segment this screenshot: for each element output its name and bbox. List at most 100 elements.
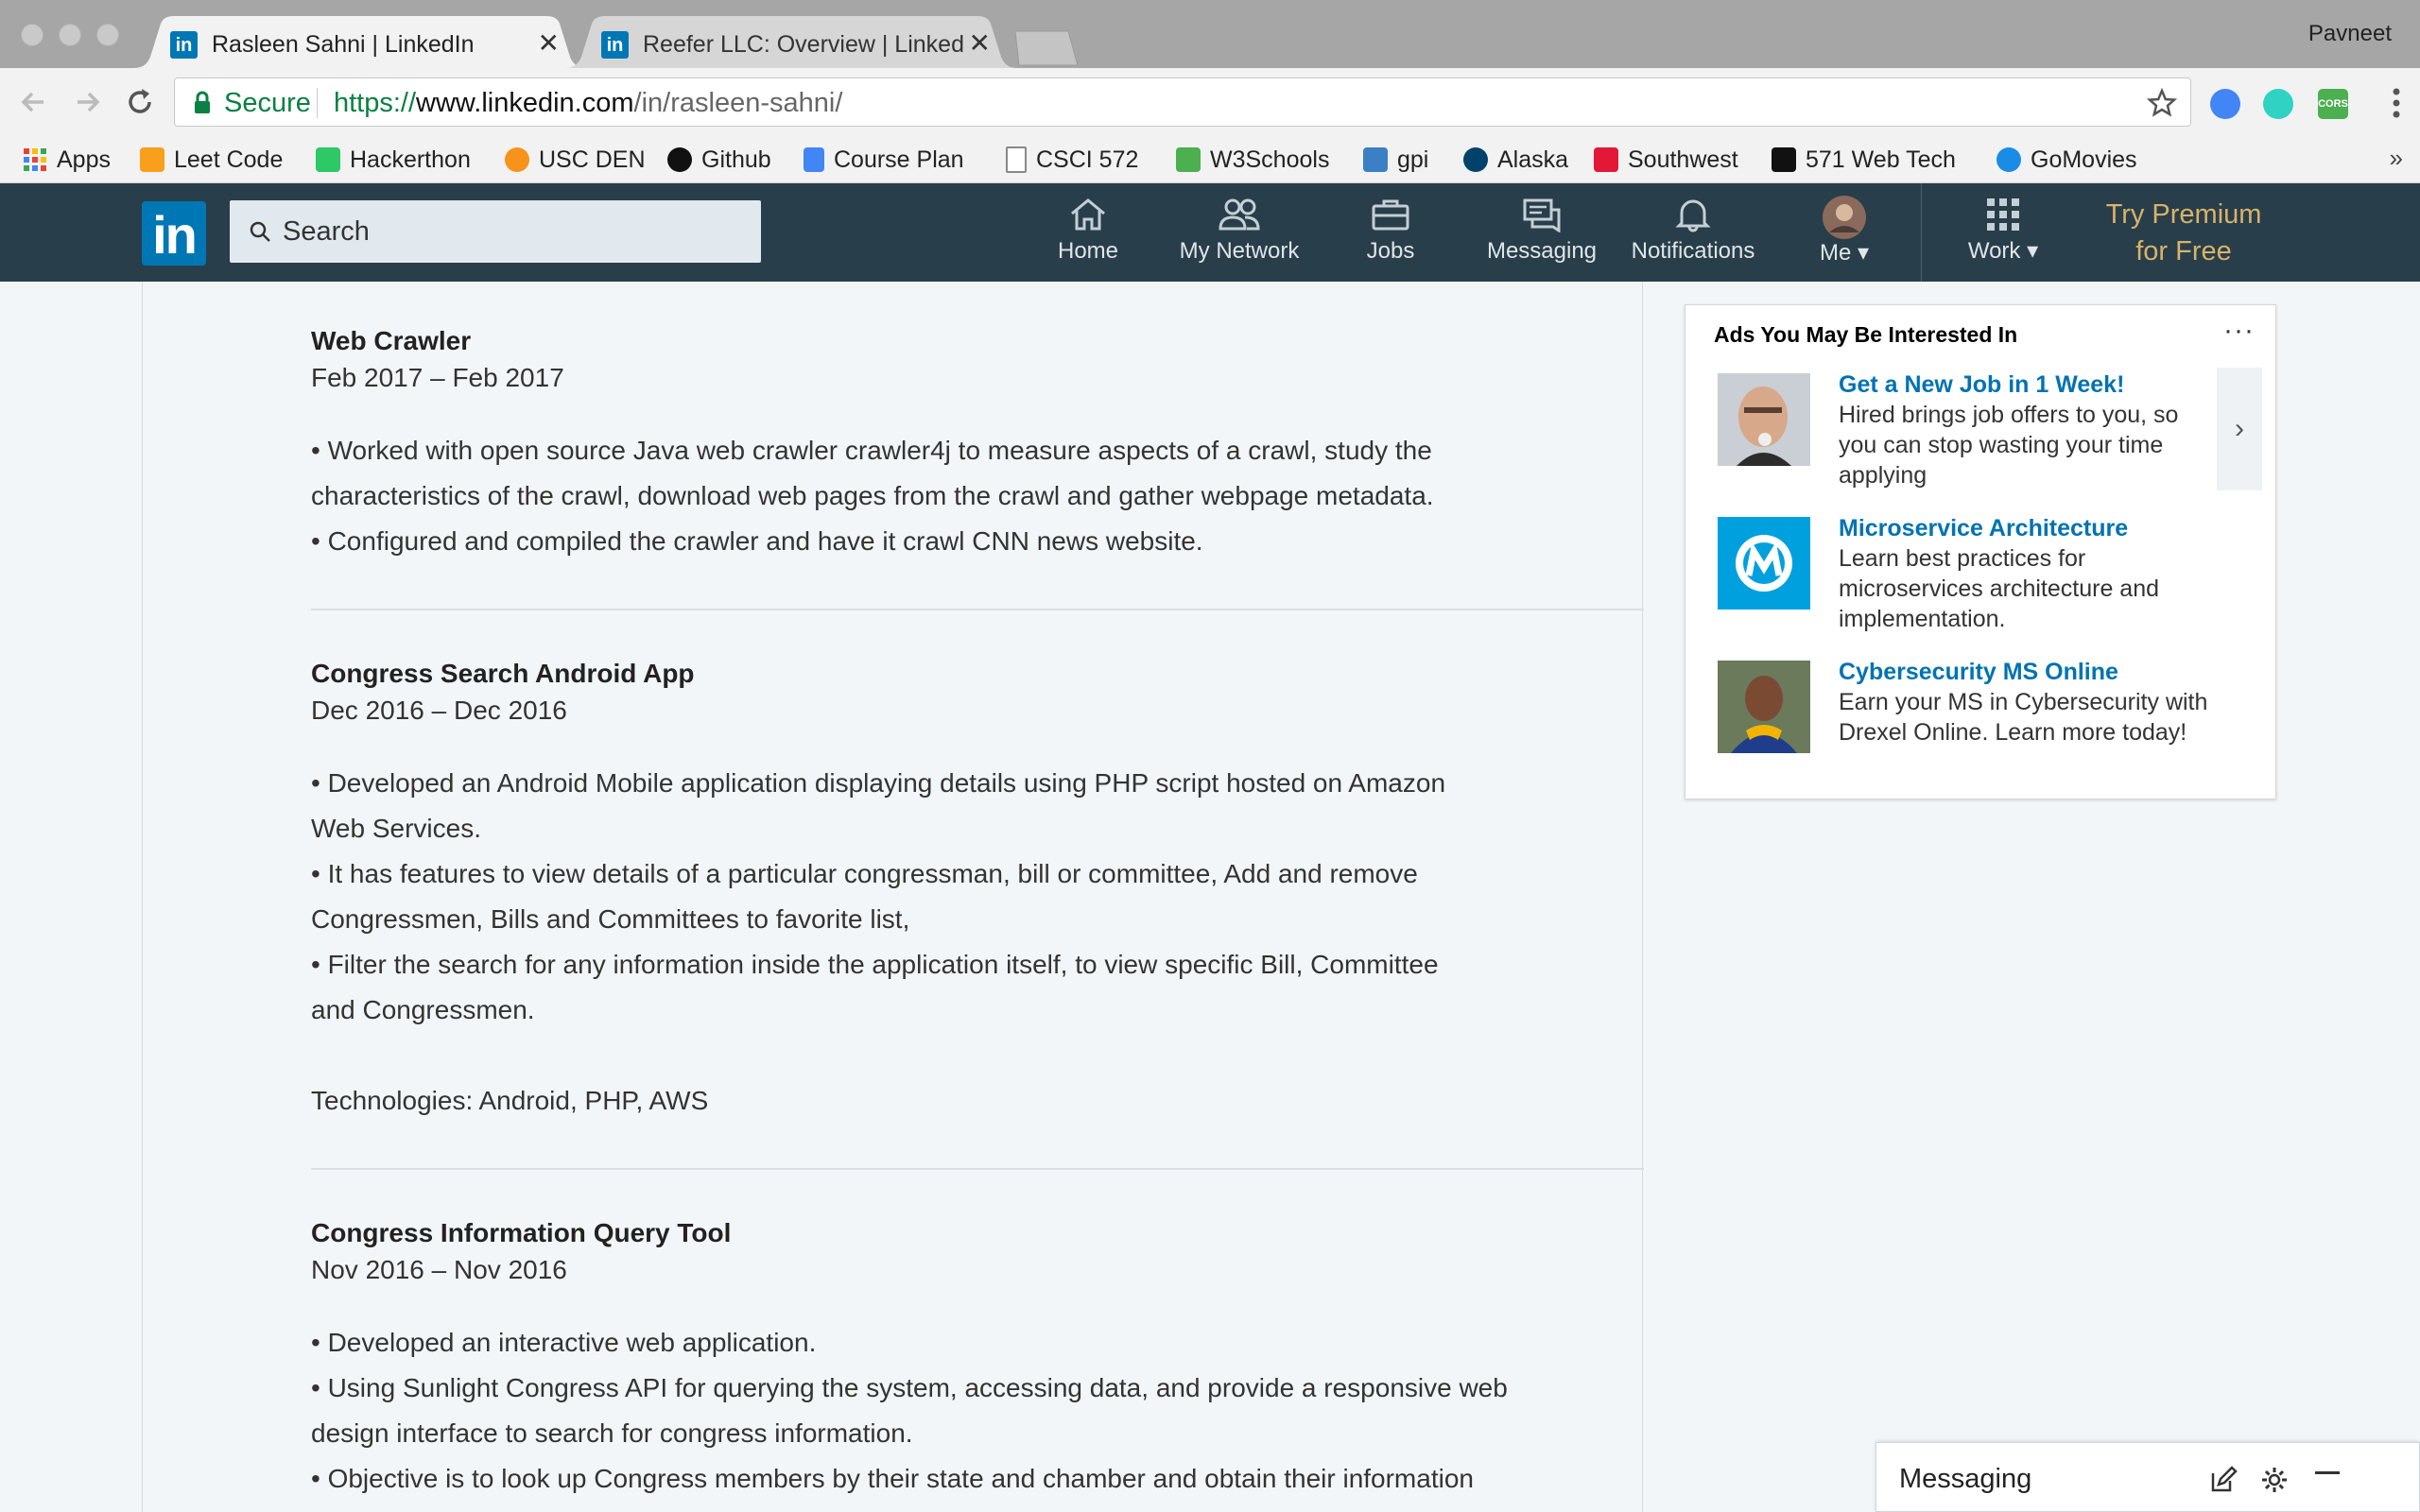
bookmark-gpi[interactable]: gpi xyxy=(1363,144,1428,176)
bookmark-label: W3Schools xyxy=(1210,146,1330,173)
browser-tab-active[interactable]: in Rasleen Sahni | LinkedIn ✕ xyxy=(134,16,586,68)
minimize-window-button[interactable] xyxy=(59,24,81,46)
ads-title: Ads You May Be Interested In xyxy=(1714,322,2018,347)
bookmark-label: Apps xyxy=(57,146,111,173)
avatar xyxy=(1823,196,1866,239)
bookmark-apps[interactable]: Apps xyxy=(23,144,111,176)
apps-grid-icon xyxy=(24,148,46,171)
m-extension-icon[interactable] xyxy=(2263,89,2293,119)
premium-line-2: for Free xyxy=(2135,236,2232,266)
try-premium-link[interactable]: Try Premium for Free xyxy=(2075,197,2292,270)
ads-next-arrow-icon[interactable]: › xyxy=(2217,368,2262,490)
leetcode-icon xyxy=(140,147,164,172)
compose-icon[interactable] xyxy=(2209,1466,2238,1494)
bookmark-label: gpi xyxy=(1397,146,1429,173)
project-description-line: • Filter the search for any information … xyxy=(311,950,1439,979)
bookmark-label: 571 Web Tech xyxy=(1806,146,1956,173)
bookmark-w3schools[interactable]: W3Schools xyxy=(1176,144,1329,176)
forward-arrow-icon[interactable] xyxy=(68,83,106,121)
nav-my-network[interactable]: My Network xyxy=(1168,197,1310,265)
bookmark-csci-572[interactable]: CSCI 572 xyxy=(1006,144,1138,176)
address-bar[interactable]: Secure https://www.linkedin.com/in/rasle… xyxy=(174,77,2191,127)
lock-icon xyxy=(195,91,210,113)
bookmark-label: Alaska xyxy=(1497,146,1569,173)
gomovies-icon xyxy=(1996,147,2021,172)
linkedin-logo[interactable]: in xyxy=(142,201,206,266)
bookmark-alaska[interactable]: Alaska xyxy=(1463,144,1568,176)
home-icon xyxy=(1071,198,1105,231)
project-description-line: • Objective is to look up Congress membe… xyxy=(311,1464,1474,1493)
nav-label: Jobs xyxy=(1366,238,1415,264)
nav-me[interactable]: Me ▾ xyxy=(1773,195,1915,266)
bookmark-course-plan[interactable]: Course Plan xyxy=(804,144,964,176)
linkedin-favicon-icon: in xyxy=(170,31,198,59)
reload-icon[interactable] xyxy=(121,83,159,121)
bookmark-571-web-tech[interactable]: 571 Web Tech xyxy=(1772,144,1956,176)
bookmark-gomovies[interactable]: GoMovies xyxy=(1996,144,2137,176)
messaging-dock[interactable]: Messaging xyxy=(1876,1442,2420,1512)
url-text[interactable]: https://www.linkedin.com/in/rasleen-sahn… xyxy=(334,88,842,118)
premium-line-1: Try Premium xyxy=(2105,199,2262,230)
cors-extension-icon[interactable]: CORS xyxy=(2318,89,2348,119)
close-window-button[interactable] xyxy=(21,24,43,46)
ad-headline[interactable]: Get a New Job in 1 Week! xyxy=(1839,369,2124,400)
browser-user-name[interactable]: Pavneet xyxy=(2308,21,2392,47)
briefcase-icon xyxy=(1372,199,1409,231)
browser-tab[interactable]: in Reefer LLC: Overview | LinkedIn ✕ xyxy=(565,16,1017,68)
messaging-dock-title[interactable]: Messaging xyxy=(1899,1464,2031,1495)
github-icon xyxy=(667,147,692,172)
gear-icon[interactable] xyxy=(2260,1466,2289,1494)
nav-jobs[interactable]: Jobs xyxy=(1320,197,1461,265)
bell-icon xyxy=(1675,199,1711,232)
new-tab-button[interactable] xyxy=(1015,16,1081,68)
bookmarks-overflow-icon[interactable]: » xyxy=(2390,144,2403,173)
project-title: Congress Search Android App xyxy=(311,659,695,688)
nav-label: Home xyxy=(1057,238,1119,264)
page-icon xyxy=(1006,146,1027,173)
nav-label: Me ▾ xyxy=(1819,240,1870,266)
tab-title: Reefer LLC: Overview | LinkedIn xyxy=(643,31,964,58)
ad-headline[interactable]: Cybersecurity MS Online xyxy=(1839,657,2118,687)
ads-more-options-icon[interactable]: ··· xyxy=(2223,315,2255,347)
tab-close-icon[interactable]: ✕ xyxy=(969,27,991,60)
nav-messaging[interactable]: Messaging xyxy=(1471,197,1613,265)
ad-body: Hired brings job offers to you, so you c… xyxy=(1839,402,2179,489)
tab-title: Rasleen Sahni | LinkedIn xyxy=(212,31,475,58)
network-icon xyxy=(1219,198,1260,231)
search-input[interactable]: Search xyxy=(230,200,761,263)
ad-headline[interactable]: Microservice Architecture xyxy=(1839,513,2128,543)
bookmarks-bar: Apps Leet Code Hackerthon USC DEN Github… xyxy=(0,138,2420,183)
project-description-line: • Developed an Android Mobile applicatio… xyxy=(311,768,1446,798)
project-description-line: design interface to search for congress … xyxy=(311,1418,913,1448)
bookmark-hackerthon[interactable]: Hackerthon xyxy=(316,144,471,176)
new-tab-shape xyxy=(1015,30,1079,66)
search-placeholder: Search xyxy=(283,216,370,247)
nav-label: Notifications xyxy=(1631,238,1755,264)
section-divider xyxy=(311,1168,1644,1170)
url-scheme: https:// xyxy=(334,88,417,118)
bookmark-label: Hackerthon xyxy=(350,146,471,173)
back-arrow-icon[interactable] xyxy=(15,83,53,121)
messaging-icon xyxy=(1523,198,1561,232)
minimize-icon[interactable] xyxy=(2315,1471,2340,1474)
bookmark-star-icon[interactable] xyxy=(2147,88,2177,118)
project-dates: Feb 2017 – Feb 2017 xyxy=(311,363,564,392)
bookmark-southwest[interactable]: Southwest xyxy=(1594,144,1738,176)
bookmark-leetcode[interactable]: Leet Code xyxy=(140,144,283,176)
nav-work[interactable]: Work ▾ xyxy=(1932,197,2074,265)
zoom-window-button[interactable] xyxy=(96,24,119,46)
tab-close-icon[interactable]: ✕ xyxy=(538,27,560,60)
linkedin-header: in Search Home My Network Jobs Messaging… xyxy=(0,183,2420,282)
project-description-line: • Developed an interactive web applicati… xyxy=(311,1328,817,1357)
alaska-icon xyxy=(1463,147,1488,172)
w3schools-icon xyxy=(1176,147,1201,172)
nav-notifications[interactable]: Notifications xyxy=(1622,197,1764,265)
project-title: Web Crawler xyxy=(311,326,472,355)
bookmark-usc-den[interactable]: USC DEN xyxy=(505,144,646,176)
project-description-line: Congressmen, Bills and Committees to fav… xyxy=(311,904,910,934)
browser-menu-icon[interactable] xyxy=(2392,87,2401,119)
search-extension-icon[interactable] xyxy=(2210,89,2240,119)
bookmark-github[interactable]: Github xyxy=(667,144,771,176)
project-description-line: and Congressmen. xyxy=(311,995,535,1024)
nav-home[interactable]: Home xyxy=(1017,197,1159,265)
